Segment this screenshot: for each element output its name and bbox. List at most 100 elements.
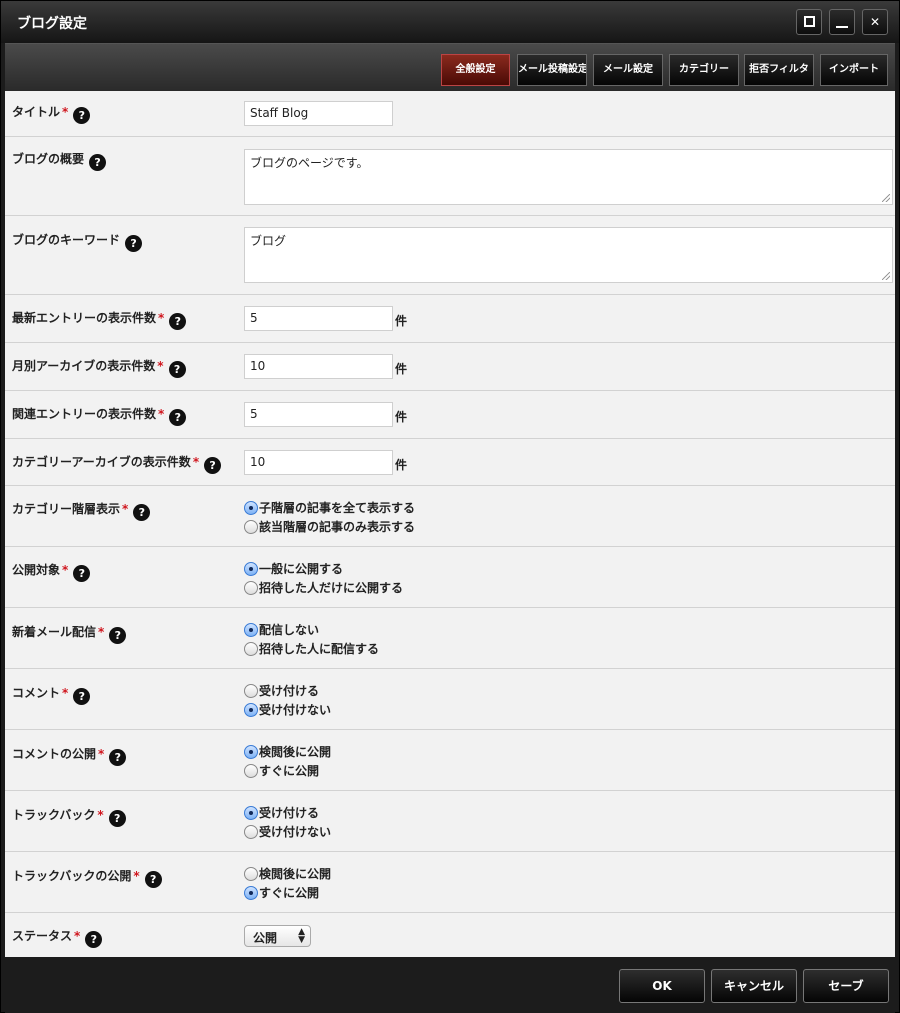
resize-grip-icon[interactable] bbox=[882, 194, 890, 202]
required-mark: * bbox=[133, 869, 140, 883]
help-icon[interactable]: ? bbox=[125, 235, 143, 252]
unit-label: 件 bbox=[395, 458, 408, 472]
row-publish-target: 公開対象 *? 一般に公開する 招待した人だけに公開する bbox=[5, 547, 895, 608]
radio-checked-icon[interactable] bbox=[244, 501, 258, 515]
row-keywords: ブログのキーワード? ブログ bbox=[5, 216, 895, 295]
help-icon[interactable]: ? bbox=[109, 749, 127, 766]
radio-option[interactable]: 招待した人だけに公開する bbox=[244, 579, 403, 597]
radio-checked-icon[interactable] bbox=[244, 745, 258, 759]
row-monthly-count: 月別アーカイブの表示件数 *? 10 件 bbox=[5, 343, 895, 391]
radio-option[interactable]: 該当階層の記事のみ表示する bbox=[244, 518, 415, 536]
help-icon[interactable]: ? bbox=[73, 107, 91, 124]
close-icon: ✕ bbox=[869, 15, 881, 29]
row-latest-count: 最新エントリーの表示件数 *? 5 件 bbox=[5, 295, 895, 343]
latest-count-input[interactable]: 5 bbox=[244, 306, 393, 331]
unit-label: 件 bbox=[395, 362, 408, 376]
field-label: カテゴリーアーカイブの表示件数 *? bbox=[12, 453, 222, 474]
radio-checked-icon[interactable] bbox=[244, 703, 258, 717]
row-trackback: トラックバック *? 受け付ける 受け付けない bbox=[5, 791, 895, 852]
title-bar[interactable]: ブログ設定 ✕ bbox=[1, 1, 899, 43]
radio-option[interactable]: 招待した人に配信する bbox=[244, 640, 379, 658]
required-mark: * bbox=[157, 359, 164, 373]
keywords-textarea[interactable]: ブログ bbox=[244, 227, 893, 283]
help-icon[interactable]: ? bbox=[169, 409, 187, 426]
field-label: カテゴリー階層表示 *? bbox=[12, 500, 151, 521]
help-icon[interactable]: ? bbox=[169, 313, 187, 330]
field-label: トラックバックの公開 *? bbox=[12, 867, 162, 888]
row-new-mail: 新着メール配信 *? 配信しない 招待した人に配信する bbox=[5, 608, 895, 669]
help-icon[interactable]: ? bbox=[89, 154, 107, 171]
field-label: 公開対象 *? bbox=[12, 561, 91, 582]
radio-option[interactable]: 検閲後に公開 bbox=[244, 865, 331, 883]
row-title: タイトル *? Staff Blog bbox=[5, 91, 895, 137]
help-icon[interactable]: ? bbox=[168, 361, 186, 378]
radio-checked-icon[interactable] bbox=[244, 623, 258, 637]
radio-unchecked-icon[interactable] bbox=[244, 764, 258, 778]
radio-option[interactable]: すぐに公開 bbox=[244, 884, 319, 902]
row-comment: コメント *? 受け付ける 受け付けない bbox=[5, 669, 895, 730]
related-count-input[interactable]: 5 bbox=[244, 402, 393, 427]
radio-option[interactable]: 検閲後に公開 bbox=[244, 743, 331, 761]
resize-grip-icon[interactable] bbox=[882, 272, 890, 280]
field-label: コメント *? bbox=[12, 684, 91, 705]
field-label: ステータス *? bbox=[12, 927, 103, 948]
radio-option[interactable]: 配信しない bbox=[244, 621, 319, 639]
radio-checked-icon[interactable] bbox=[244, 806, 258, 820]
blog-settings-dialog: ブログ設定 ✕ 全般設定 メール投稿設定 メール設定 カテゴリー 拒否フィルタ … bbox=[0, 0, 900, 1013]
field-label: 最新エントリーの表示件数 *? bbox=[12, 309, 187, 330]
help-icon[interactable]: ? bbox=[108, 810, 126, 827]
close-button[interactable]: ✕ bbox=[862, 9, 888, 35]
help-icon[interactable]: ? bbox=[73, 565, 91, 582]
required-mark: * bbox=[74, 929, 81, 943]
field-label: ブログのキーワード? bbox=[12, 231, 143, 252]
ok-button[interactable]: OK bbox=[619, 969, 705, 1003]
help-icon[interactable]: ? bbox=[204, 457, 222, 474]
help-icon[interactable]: ? bbox=[85, 931, 103, 948]
required-mark: * bbox=[98, 747, 105, 761]
radio-unchecked-icon[interactable] bbox=[244, 642, 258, 656]
radio-checked-icon[interactable] bbox=[244, 562, 258, 576]
tab-category[interactable]: カテゴリー bbox=[669, 54, 739, 86]
help-icon[interactable]: ? bbox=[73, 688, 91, 705]
radio-option[interactable]: 受け付ける bbox=[244, 804, 319, 822]
radio-option[interactable]: 受け付ける bbox=[244, 682, 319, 700]
category-archive-count-input[interactable]: 10 bbox=[244, 450, 393, 475]
radio-unchecked-icon[interactable] bbox=[244, 520, 258, 534]
monthly-count-input[interactable]: 10 bbox=[244, 354, 393, 379]
row-summary: ブログの概要? ブログのページです。 bbox=[5, 137, 895, 216]
required-mark: * bbox=[192, 455, 200, 469]
radio-unchecked-icon[interactable] bbox=[244, 684, 258, 698]
save-button[interactable]: セーブ bbox=[803, 969, 889, 1003]
radio-unchecked-icon[interactable] bbox=[244, 867, 258, 881]
field-label: コメントの公開 *? bbox=[12, 745, 127, 766]
row-comment-publish: コメントの公開 *? 検閲後に公開 すぐに公開 bbox=[5, 730, 895, 791]
summary-textarea[interactable]: ブログのページです。 bbox=[244, 149, 893, 205]
title-input[interactable]: Staff Blog bbox=[244, 101, 393, 126]
help-icon[interactable]: ? bbox=[109, 627, 127, 644]
settings-form: タイトル *? Staff Blog ブログの概要? ブログのページです。 ブログ… bbox=[5, 91, 895, 957]
tab-general[interactable]: 全般設定 bbox=[441, 54, 510, 86]
tab-mail[interactable]: メール設定 bbox=[593, 54, 663, 86]
field-label: ブログの概要? bbox=[12, 150, 107, 171]
required-mark: * bbox=[62, 563, 69, 577]
cancel-button[interactable]: キャンセル bbox=[711, 969, 797, 1003]
radio-option[interactable]: 受け付けない bbox=[244, 701, 331, 719]
radio-unchecked-icon[interactable] bbox=[244, 825, 258, 839]
radio-option[interactable]: 受け付けない bbox=[244, 823, 331, 841]
radio-unchecked-icon[interactable] bbox=[244, 581, 258, 595]
dialog-footer: OK キャンセル セーブ bbox=[5, 957, 895, 1013]
maximize-button[interactable] bbox=[796, 9, 822, 35]
tab-reject-filter[interactable]: 拒否フィルタ bbox=[744, 54, 814, 86]
help-icon[interactable]: ? bbox=[133, 504, 151, 521]
radio-option[interactable]: 一般に公開する bbox=[244, 560, 343, 578]
field-label: 月別アーカイブの表示件数 *? bbox=[12, 357, 186, 378]
minimize-button[interactable] bbox=[829, 9, 855, 35]
help-icon[interactable]: ? bbox=[144, 871, 162, 888]
row-status: ステータス *? 公開 ▲ ▼ bbox=[5, 913, 895, 957]
radio-checked-icon[interactable] bbox=[244, 886, 258, 900]
tab-import[interactable]: インポート bbox=[820, 54, 888, 86]
status-select[interactable]: 公開 ▲ ▼ bbox=[244, 925, 311, 947]
radio-option[interactable]: すぐに公開 bbox=[244, 762, 319, 780]
radio-option[interactable]: 子階層の記事を全て表示する bbox=[244, 499, 415, 517]
tab-mail-post[interactable]: メール投稿設定 bbox=[517, 54, 587, 86]
